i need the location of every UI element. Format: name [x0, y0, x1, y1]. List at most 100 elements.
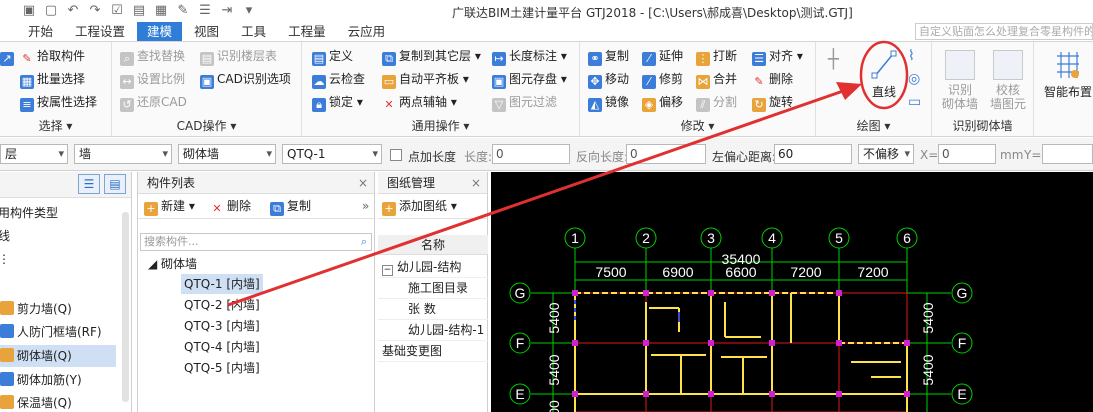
batch-select-button[interactable]: ▦ 批量选择	[20, 69, 85, 89]
offset-mode-select[interactable]: 不偏移	[858, 144, 914, 164]
left-offset-input[interactable]: 60	[774, 144, 852, 164]
reverse-length-input[interactable]: 0	[626, 144, 706, 164]
identify-floor-table-button[interactable]: ▤ 识别楼层表	[200, 46, 277, 66]
add-drawing-button[interactable]: + 添加图纸 ▾	[382, 197, 457, 216]
tree-item[interactable]: 用构件类型	[0, 202, 116, 224]
text-icon[interactable]: ☰	[196, 3, 214, 19]
drawing-row[interactable]: 施工图目录	[378, 278, 488, 299]
merge-button[interactable]: ⋈ 合并	[696, 69, 737, 89]
tree-item-civil-defense-door-wall[interactable]: 人防门框墙(RF)	[0, 321, 116, 343]
check-wall-button[interactable]: 校核 墙图元	[988, 50, 1028, 111]
tab-view[interactable]: 视图	[184, 22, 229, 41]
component-item[interactable]: QTQ-4 [内墙]	[184, 337, 260, 357]
polyline-icon[interactable]: ⌇	[908, 46, 915, 66]
tab-start[interactable]: 开始	[18, 22, 63, 41]
extend-button[interactable]: ⁄ 延伸	[642, 46, 683, 66]
align-button[interactable]: ☰ 对齐 ▾	[752, 46, 803, 66]
y-input[interactable]	[1042, 144, 1093, 164]
edit-icon[interactable]: ✎	[174, 3, 192, 19]
arc-icon[interactable]: ◎	[908, 69, 920, 89]
tree-item[interactable]: 线	[0, 225, 116, 247]
new-component-button[interactable]: + 新建 ▾	[144, 197, 195, 216]
line-button[interactable]: 直线	[864, 48, 904, 99]
component-group-masonry[interactable]: ◢ 砌体墙	[148, 254, 197, 274]
component-item[interactable]: QTQ-5 [内墙]	[184, 358, 260, 378]
tab-project-settings[interactable]: 工程设置	[65, 22, 135, 41]
define-button[interactable]: ▤ 定义	[312, 46, 353, 66]
drawing-row[interactable]: 张 数	[378, 299, 488, 320]
offset-button[interactable]: ◈ 偏移	[642, 92, 683, 112]
trim-button[interactable]: ⁄ 修剪	[642, 69, 683, 89]
delete-button[interactable]: ✎ 删除	[752, 69, 793, 89]
left-panel-scrollbar[interactable]	[122, 212, 129, 402]
identify-wall-button[interactable]: 识别 砌体墙	[940, 50, 980, 111]
tab-cloud[interactable]: 云应用	[338, 22, 396, 41]
smart-layout-button[interactable]: 智能布置	[1040, 50, 1093, 99]
pick-component-button[interactable]: ✎ 拾取构件	[20, 46, 85, 66]
tab-quantity[interactable]: 工程量	[278, 22, 336, 41]
component-subtype-select[interactable]: 砌体墙	[178, 144, 276, 164]
image-icon[interactable]: ▦	[152, 3, 170, 19]
report-icon[interactable]: ▤	[130, 3, 148, 19]
select-by-property-button[interactable]: ≡ 按属性选择	[20, 92, 97, 112]
drawing-row[interactable]: − 幼儿园-结构	[378, 257, 488, 278]
component-item[interactable]: QTQ-3 [内墙]	[184, 316, 260, 336]
tree-item[interactable]: ⋮	[0, 248, 116, 270]
cad-identify-options-button[interactable]: ▣ CAD识别选项	[200, 69, 291, 89]
dropdown-icon[interactable]: ▾	[240, 3, 258, 19]
x-input[interactable]: 0	[938, 144, 996, 164]
tab-modeling[interactable]: 建模	[137, 22, 183, 41]
tree-item-insulation-wall[interactable]: 保温墙(Q)	[0, 392, 116, 412]
restore-cad-button[interactable]: ↺ 还原CAD	[120, 92, 187, 112]
save-icon[interactable]: ▣	[20, 3, 38, 19]
length-input[interactable]: 0	[492, 144, 570, 164]
set-scale-button[interactable]: ↔ 设置比例	[120, 69, 185, 89]
mirror-button[interactable]: ◭ 镜像	[588, 92, 629, 112]
collapse-icon[interactable]: −	[382, 265, 393, 276]
component-type-select[interactable]: 墙	[74, 144, 172, 164]
point-length-checkbox[interactable]	[390, 149, 402, 161]
two-point-axis-button[interactable]: ✕ 两点辅轴 ▾	[382, 92, 456, 112]
cad-canvas[interactable]: 1 2 3 4 5 6 G F E G F E 35400 7500 6900 …	[491, 172, 1093, 412]
delete-component-button[interactable]: ✕ 删除	[210, 197, 251, 215]
component-item[interactable]: QTQ-1 [内墙]	[181, 274, 263, 294]
list-view-icon[interactable]: ☰	[78, 174, 100, 194]
undo-icon[interactable]: ↶	[64, 3, 82, 19]
tab-tools[interactable]: 工具	[231, 22, 276, 41]
element-filter-button[interactable]: ▽ 图元过滤	[492, 92, 557, 112]
card-view-icon[interactable]: ▤	[104, 174, 126, 194]
point-icon[interactable]: ┼	[828, 50, 839, 70]
close-icon[interactable]: ×	[358, 172, 368, 194]
component-select[interactable]: QTQ-1	[282, 144, 382, 164]
move-button[interactable]: ✥ 移动	[588, 69, 629, 89]
open-icon[interactable]: ▢	[42, 3, 60, 19]
find-replace-button[interactable]: ⌕ 查找替换	[120, 46, 185, 66]
drawing-row[interactable]: 幼儿园-结构-1	[378, 320, 488, 341]
component-item[interactable]: QTQ-2 [内墙]	[184, 295, 260, 315]
more-icon[interactable]: »	[362, 197, 369, 215]
rectangle-icon[interactable]: ▭	[908, 92, 921, 112]
length-dimension-button[interactable]: ↦ 长度标注 ▾	[492, 46, 567, 66]
redo-icon[interactable]: ↷	[86, 3, 104, 19]
checklist-icon[interactable]: ☑	[108, 3, 126, 19]
lock-button[interactable]: 🔒︎ 锁定 ▾	[312, 92, 363, 112]
break-button[interactable]: ⋮ 打断	[696, 46, 737, 66]
auto-align-slab-button[interactable]: ▭ 自动平齐板 ▾	[382, 69, 469, 89]
element-save-button[interactable]: ▣ 图元存盘 ▾	[492, 69, 567, 89]
copy-component-button[interactable]: ⧉ 复制	[270, 197, 311, 216]
close-icon[interactable]: ×	[471, 172, 481, 194]
component-search-input[interactable]: 搜索构件... ⌕	[140, 233, 372, 251]
floor-select[interactable]: 层	[0, 144, 68, 164]
tree-item-masonry-wall[interactable]: 砌体墙(Q)	[0, 345, 116, 367]
tree-item-shear-wall[interactable]: 剪力墙(Q)	[0, 298, 116, 320]
split-button[interactable]: ⫽ 分割	[696, 92, 737, 112]
merge-icon: ⋈	[696, 75, 710, 89]
arrow-icon[interactable]: ⇥	[218, 3, 236, 19]
rotate-button[interactable]: ↻ 旋转	[752, 92, 793, 112]
copy-to-other-floor-button[interactable]: ⧉ 复制到其它层 ▾	[382, 46, 481, 66]
drawing-row[interactable]: 基础变更图	[378, 341, 488, 362]
help-search-input[interactable]: 自定义贴面怎么处理复合零星构件的	[915, 23, 1093, 40]
copy-button[interactable]: ⚭ 复制	[588, 46, 629, 66]
tree-item-masonry-rebar[interactable]: 砌体加筋(Y)	[0, 369, 116, 391]
cloud-check-button[interactable]: ☁ 云检查	[312, 69, 365, 89]
